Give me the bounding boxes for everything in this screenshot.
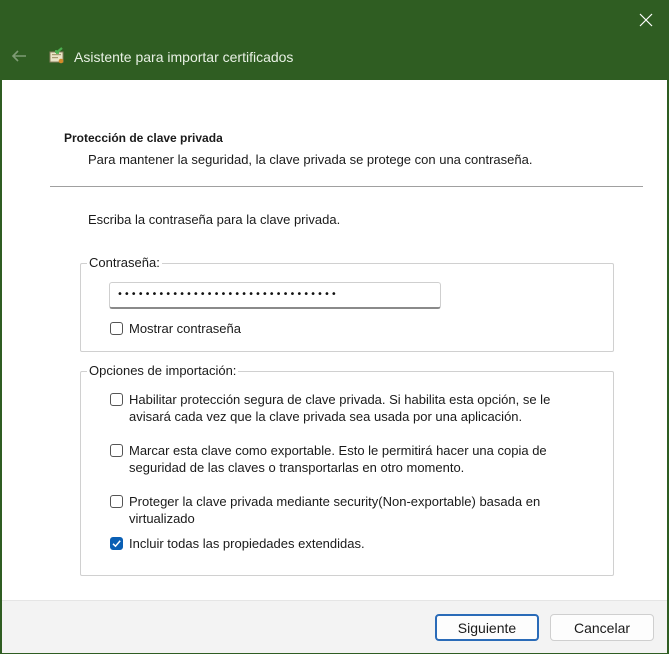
option-exportable[interactable]: Marcar esta clave como exportable. Esto … bbox=[110, 442, 547, 476]
option-virtualized-security-line1: Proteger la clave privada mediante secur… bbox=[129, 494, 541, 509]
password-input[interactable]: •••••••••••••••••••••••••••••••• bbox=[109, 282, 441, 309]
cancel-button[interactable]: Cancelar bbox=[550, 614, 654, 641]
option-strong-protection[interactable]: Habilitar protección segura de clave pri… bbox=[110, 391, 550, 425]
password-group-legend: Contraseña: bbox=[87, 255, 162, 270]
option-virtualized-security-line2: virtualizado bbox=[129, 511, 195, 526]
option-extended-properties-checkbox[interactable] bbox=[110, 537, 123, 550]
option-exportable-line2: seguridad de las claves o transportarlas… bbox=[129, 460, 465, 475]
option-exportable-checkbox[interactable] bbox=[110, 444, 123, 457]
import-options-legend: Opciones de importación: bbox=[87, 363, 239, 378]
wizard-page: Protección de clave privada Para mantene… bbox=[2, 80, 667, 600]
window-title: Asistente para importar certificados bbox=[74, 49, 294, 65]
option-virtualized-security[interactable]: Proteger la clave privada mediante secur… bbox=[110, 493, 540, 527]
show-password-checkbox[interactable] bbox=[110, 322, 123, 335]
header-divider bbox=[50, 186, 643, 187]
option-strong-protection-line1: Habilitar protección segura de clave pri… bbox=[129, 392, 551, 407]
option-strong-protection-line2: avisará cada vez que la clave privada se… bbox=[129, 409, 523, 424]
page-description: Para mantener la seguridad, la clave pri… bbox=[88, 152, 533, 167]
close-icon bbox=[639, 13, 653, 27]
option-virtualized-security-checkbox[interactable] bbox=[110, 495, 123, 508]
next-button[interactable]: Siguiente bbox=[435, 614, 539, 641]
option-strong-protection-checkbox[interactable] bbox=[110, 393, 123, 406]
certificate-import-wizard-window: Asistente para importar certificados Pro… bbox=[0, 0, 669, 654]
option-extended-properties-label: Incluir todas las propiedades extendidas… bbox=[129, 536, 365, 551]
page-title: Protección de clave privada bbox=[64, 131, 223, 145]
checkmark-icon bbox=[112, 540, 121, 548]
close-button[interactable] bbox=[623, 0, 669, 40]
show-password-label: Mostrar contraseña bbox=[129, 321, 241, 336]
back-arrow-icon[interactable] bbox=[9, 46, 29, 66]
show-password-checkbox-row[interactable]: Mostrar contraseña bbox=[110, 320, 241, 337]
option-extended-properties[interactable]: Incluir todas las propiedades extendidas… bbox=[110, 535, 365, 552]
button-bar: Siguiente Cancelar bbox=[2, 600, 667, 653]
intro-text: Escriba la contraseña para la clave priv… bbox=[88, 212, 341, 227]
certificate-import-icon bbox=[49, 47, 64, 64]
title-bar: Asistente para importar certificados bbox=[0, 0, 669, 80]
option-exportable-line1: Marcar esta clave como exportable. Esto … bbox=[129, 443, 547, 458]
